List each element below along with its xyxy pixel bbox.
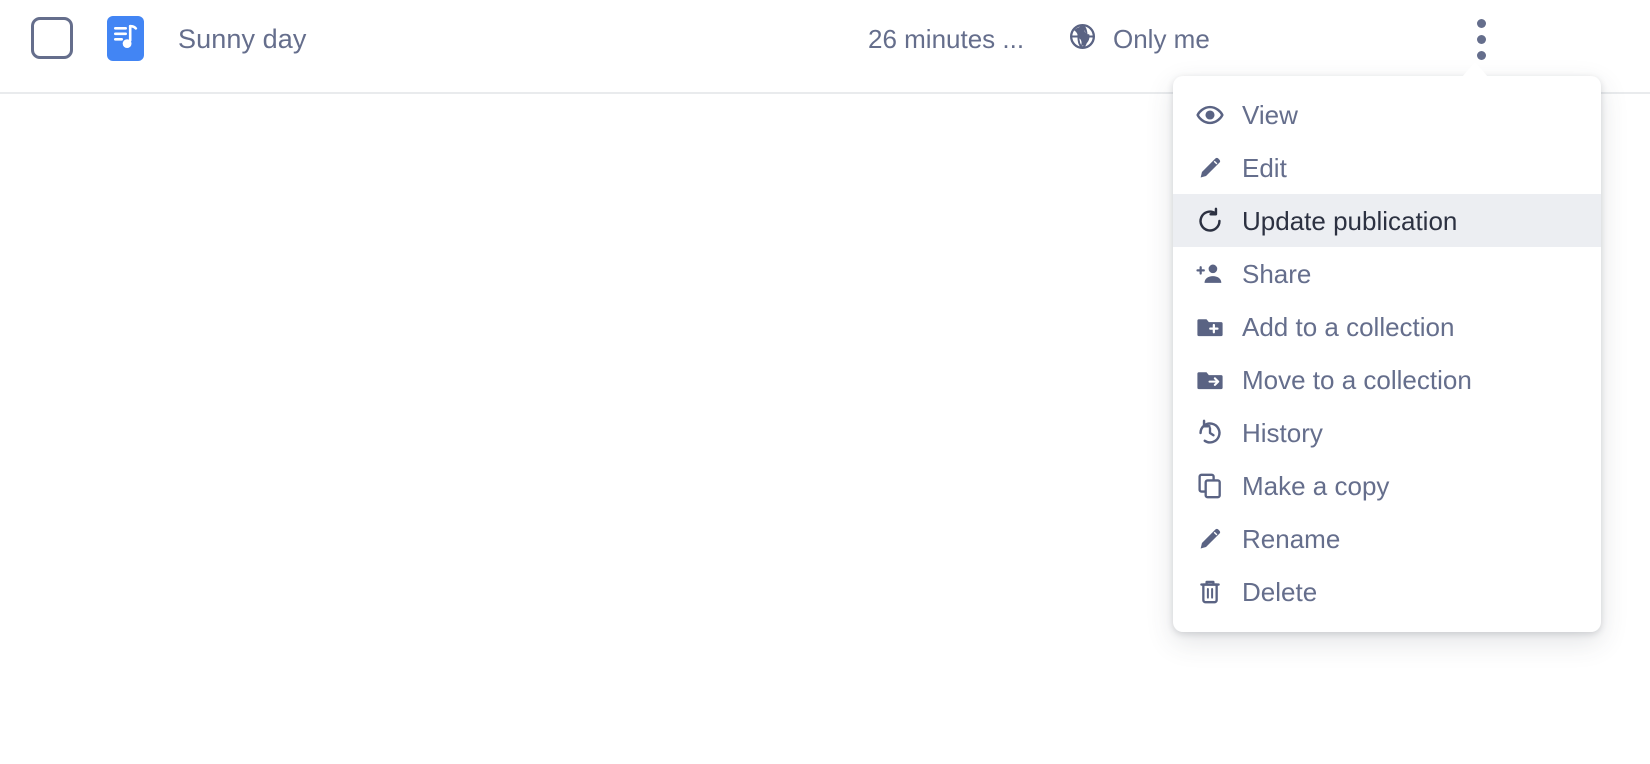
- kebab-dot-2: [1476, 34, 1486, 44]
- menu-item-label: History: [1242, 417, 1323, 448]
- refresh-cw-icon: [1196, 206, 1232, 236]
- menu-item-add-to-collection[interactable]: Add to a collection: [1173, 300, 1601, 353]
- globe-icon: [1068, 22, 1097, 56]
- folder-arrow-icon: [1196, 365, 1232, 395]
- menu-item-edit[interactable]: Edit: [1173, 141, 1601, 194]
- context-menu: View Edit Update publication Share Add t…: [1173, 76, 1601, 632]
- menu-item-label: Delete: [1242, 576, 1318, 607]
- file-visibility-label: Only me: [1113, 24, 1210, 54]
- trash-icon: [1196, 577, 1232, 607]
- pencil-icon: [1196, 524, 1232, 554]
- copy-icon: [1196, 471, 1232, 501]
- audio-file-icon[interactable]: [107, 16, 144, 61]
- menu-item-move-to-collection[interactable]: Move to a collection: [1173, 353, 1601, 406]
- menu-item-update-publication[interactable]: Update publication: [1173, 194, 1601, 247]
- history-clock-icon: [1196, 418, 1232, 448]
- menu-item-label: View: [1242, 99, 1298, 130]
- kebab-menu-icon[interactable]: [1462, 15, 1500, 63]
- kebab-dot-1: [1476, 18, 1486, 28]
- menu-item-share[interactable]: Share: [1173, 247, 1601, 300]
- menu-item-label: Update publication: [1242, 205, 1458, 236]
- file-visibility[interactable]: Only me: [1068, 19, 1210, 59]
- menu-item-delete[interactable]: Delete: [1173, 565, 1601, 618]
- menu-item-make-a-copy[interactable]: Make a copy: [1173, 459, 1601, 512]
- menu-item-view[interactable]: View: [1173, 88, 1601, 141]
- file-modified-time: 26 minutes ...: [868, 24, 1025, 54]
- person-add-icon: [1196, 259, 1232, 289]
- menu-item-label: Move to a collection: [1242, 364, 1472, 395]
- kebab-dot-3: [1476, 50, 1486, 60]
- menu-item-label: Rename: [1242, 523, 1341, 554]
- file-title[interactable]: Sunny day: [178, 20, 307, 58]
- menu-item-label: Share: [1242, 258, 1312, 289]
- eye-icon: [1196, 100, 1232, 130]
- menu-item-rename[interactable]: Rename: [1173, 512, 1601, 565]
- menu-item-label: Make a copy: [1242, 470, 1390, 501]
- menu-item-history[interactable]: History: [1173, 406, 1601, 459]
- select-file-checkbox[interactable]: [31, 17, 73, 59]
- menu-item-label: Edit: [1242, 152, 1287, 183]
- menu-item-label: Add to a collection: [1242, 311, 1455, 342]
- folder-plus-icon: [1196, 312, 1232, 342]
- pencil-icon: [1196, 153, 1232, 183]
